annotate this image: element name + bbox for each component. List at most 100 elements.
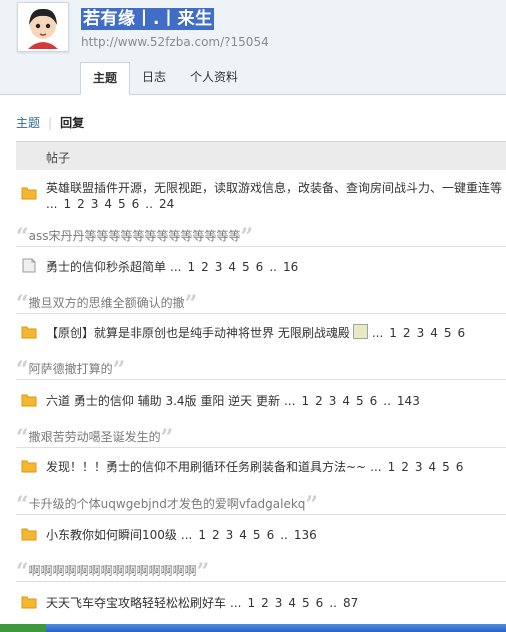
- page-link: ..: [383, 394, 391, 408]
- row-divider: [16, 379, 506, 380]
- thread-pagination: ... 1 2 3 4 5 6.. 24: [46, 197, 174, 211]
- thread-title-text[interactable]: 发现！！！勇士的信仰不用刷循环任务刷装备和道具方法~~: [46, 460, 366, 474]
- page-link: ..: [145, 197, 153, 211]
- thread-pagination: ... 1 2 3 4 5 6.. 143: [280, 394, 420, 408]
- page-link[interactable]: 5: [118, 197, 126, 211]
- page-link[interactable]: 6: [316, 596, 324, 610]
- page-link[interactable]: 24: [159, 197, 174, 211]
- page-link[interactable]: 143: [397, 394, 420, 408]
- thread-title-text[interactable]: 【原创】就算是非原创也是纯手动神将世界 无限刷战魂殿: [46, 326, 350, 340]
- thread-pagination: ... 1 2 3 4 5 6: [368, 326, 465, 340]
- page-link[interactable]: 1: [187, 260, 195, 274]
- thread-title[interactable]: 勇士的信仰秒杀超简单... 1 2 3 4 5 6.. 16: [46, 258, 298, 275]
- page-link[interactable]: 136: [294, 528, 317, 542]
- page-link[interactable]: 4: [288, 596, 296, 610]
- thread-row: 英雄联盟插件开源，无限视距，读取游戏信息，改装备、查询房间战斗力、一键重连等..…: [16, 179, 506, 219]
- page-link[interactable]: 5: [302, 596, 310, 610]
- page-link[interactable]: 5: [444, 326, 452, 340]
- tab-topics[interactable]: 主题: [80, 62, 131, 95]
- page-link[interactable]: 4: [430, 326, 438, 340]
- reply-quote-text: 撒旦双方的思维全额确认的撤: [28, 296, 185, 310]
- subnav-separator: |: [48, 116, 53, 130]
- tab-profile[interactable]: 个人资料: [178, 62, 250, 93]
- page-link[interactable]: 2: [401, 460, 409, 474]
- page-link[interactable]: 1: [63, 197, 71, 211]
- page-link[interactable]: 5: [253, 528, 261, 542]
- taskbar: [0, 624, 506, 632]
- thread-title-text[interactable]: 六道 勇士的信仰 辅助 3.4版 重阳 逆天 更新: [46, 394, 280, 408]
- subnav-topics-link[interactable]: 主题: [16, 116, 40, 130]
- profile-tabs: 主题 日志 个人资料: [80, 62, 250, 95]
- thread-pagination: ... 1 2 3 4 5 6.. 136: [177, 528, 317, 542]
- thread-title-text[interactable]: 勇士的信仰秒杀超简单: [46, 260, 166, 274]
- page-link[interactable]: 4: [342, 394, 350, 408]
- page-link[interactable]: 3: [91, 197, 99, 211]
- pagination-ellipsis: ...: [180, 528, 193, 542]
- page-link[interactable]: 4: [239, 528, 247, 542]
- thread-title-text[interactable]: 天天飞车夺宝攻略轻轻松松刷好车: [46, 596, 226, 610]
- thread-title[interactable]: 天天飞车夺宝攻略轻轻松松刷好车... 1 2 3 4 5 6.. 87: [46, 594, 358, 611]
- folder-icon: [21, 324, 37, 339]
- reply-quote-text: 阿萨德撤打算的: [28, 362, 113, 376]
- page-link[interactable]: 2: [403, 326, 411, 340]
- page-link[interactable]: 4: [228, 260, 236, 274]
- profile-url[interactable]: http://www.52fzba.com/?15054: [81, 35, 269, 49]
- tab-blog[interactable]: 日志: [130, 62, 178, 93]
- page-link[interactable]: 6: [267, 528, 275, 542]
- folder-icon: [21, 392, 37, 407]
- username[interactable]: 若有缘丨.丨来生: [81, 8, 215, 30]
- reply-quote-text: 撒艰苦劳动噶圣诞发生的: [28, 430, 161, 444]
- folder-icon: [21, 458, 37, 473]
- avatar[interactable]: [17, 2, 69, 52]
- page-link[interactable]: 6: [456, 460, 464, 474]
- page-link[interactable]: 16: [283, 260, 298, 274]
- thread-row: 【原创】就算是非原创也是纯手动神将世界 无限刷战魂殿... 1 2 3 4 5 6: [16, 324, 506, 344]
- page-link[interactable]: 3: [226, 528, 234, 542]
- page-link[interactable]: 6: [256, 260, 264, 274]
- page-link[interactable]: 4: [429, 460, 437, 474]
- page-link[interactable]: 1: [247, 596, 255, 610]
- page-link[interactable]: 5: [356, 394, 364, 408]
- profile-header: 若有缘丨.丨来生 http://www.52fzba.com/?15054 主题…: [0, 0, 506, 95]
- page-link[interactable]: 3: [215, 260, 223, 274]
- page-link[interactable]: 2: [315, 394, 323, 408]
- pagination-ellipsis: ...: [371, 326, 384, 340]
- page-link[interactable]: 1: [388, 460, 396, 474]
- page-link[interactable]: 2: [77, 197, 85, 211]
- page-link[interactable]: 3: [415, 460, 423, 474]
- thread-title-text[interactable]: 小东教你如何瞬间100级: [46, 528, 177, 542]
- page-link[interactable]: 4: [104, 197, 112, 211]
- thread-title[interactable]: 发现！！！勇士的信仰不用刷循环任务刷装备和道具方法~~... 1 2 3 4 5 6: [46, 458, 463, 475]
- page-link[interactable]: 6: [132, 197, 140, 211]
- page-link[interactable]: 5: [442, 460, 450, 474]
- page-link[interactable]: 87: [343, 596, 358, 610]
- page-link[interactable]: 6: [370, 394, 378, 408]
- thread-title[interactable]: 英雄联盟插件开源，无限视距，读取游戏信息，改装备、查询房间战斗力、一键重连等: [46, 179, 502, 196]
- page-link[interactable]: 3: [275, 596, 283, 610]
- page-link: ..: [329, 596, 337, 610]
- page-link[interactable]: 1: [301, 394, 309, 408]
- page-link[interactable]: 3: [417, 326, 425, 340]
- thread-title[interactable]: 小东教你如何瞬间100级... 1 2 3 4 5 6.. 136: [46, 526, 317, 543]
- page-link[interactable]: 2: [261, 596, 269, 610]
- thread-title-text[interactable]: 英雄联盟插件开源，无限视距，读取游戏信息，改装备、查询房间战斗力、一键重连等: [46, 181, 502, 195]
- column-header-posts: 帖子: [46, 151, 71, 165]
- start-button[interactable]: [0, 624, 46, 632]
- subnav-replies-link[interactable]: 回复: [60, 116, 84, 130]
- row-divider: [16, 514, 506, 515]
- page-link[interactable]: 3: [329, 394, 337, 408]
- thread-title[interactable]: 六道 勇士的信仰 辅助 3.4版 重阳 逆天 更新... 1 2 3 4 5 6.. 143: [46, 392, 420, 409]
- page-link[interactable]: 5: [242, 260, 250, 274]
- page-link[interactable]: 6: [457, 326, 465, 340]
- page-link[interactable]: 1: [389, 326, 397, 340]
- row-divider: [16, 581, 506, 582]
- thread-pagination: ... 1 2 3 4 5 6.. 16: [166, 260, 298, 274]
- page-link[interactable]: 2: [212, 528, 220, 542]
- page-link[interactable]: 2: [201, 260, 209, 274]
- reply-quote-text: 啊啊啊啊啊啊啊啊啊啊啊啊啊啊: [28, 564, 197, 578]
- page-link[interactable]: 1: [198, 528, 206, 542]
- doc-icon: [21, 258, 37, 273]
- pagination-ellipsis: ...: [46, 197, 58, 211]
- thread-title[interactable]: 【原创】就算是非原创也是纯手动神将世界 无限刷战魂殿... 1 2 3 4 5 6: [46, 324, 465, 341]
- page-link: ..: [269, 260, 277, 274]
